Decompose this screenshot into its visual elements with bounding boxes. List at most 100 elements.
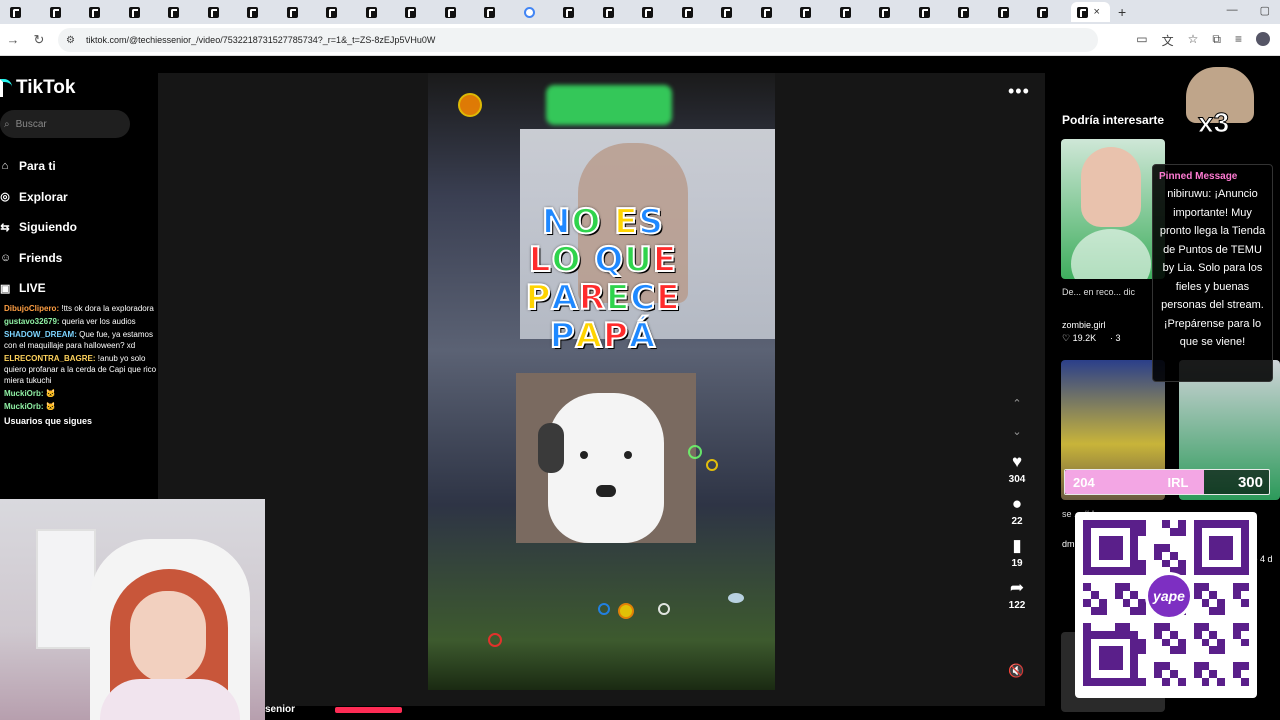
save-button[interactable]: ▮ 19 xyxy=(1011,537,1023,570)
browser-tab[interactable]: × xyxy=(1070,2,1110,22)
qr-module xyxy=(1193,622,1202,631)
tiktok-logo[interactable]: TikTok xyxy=(0,77,75,99)
qr-module xyxy=(1217,575,1226,584)
qr-module xyxy=(1225,535,1234,544)
browser-tab[interactable] xyxy=(715,2,755,22)
sidebar-item-label: Siguiendo xyxy=(19,220,77,235)
url-field[interactable]: ⚙ tiktok.com/@techiessenior_/video/75322… xyxy=(58,28,1098,52)
browser-tab[interactable] xyxy=(123,2,163,22)
reading-list-icon[interactable]: ≡ xyxy=(1235,32,1242,49)
qr-module xyxy=(1233,630,1242,639)
extensions-icon[interactable]: ⧉ xyxy=(1212,32,1221,49)
tiktok-favicon-icon xyxy=(918,6,930,18)
chat-text: queria ver los audios xyxy=(61,317,136,326)
close-tab-icon[interactable]: × xyxy=(1094,6,1100,18)
browser-tab[interactable] xyxy=(636,2,676,22)
browser-tab[interactable] xyxy=(913,2,953,22)
browser-tab[interactable] xyxy=(44,2,84,22)
comment-button[interactable]: ● 22 xyxy=(1011,495,1022,528)
browser-tab[interactable] xyxy=(873,2,913,22)
qr-module xyxy=(1233,583,1242,592)
like-button[interactable]: ♥ 304 xyxy=(1009,453,1026,486)
browser-tab[interactable] xyxy=(676,2,716,22)
streamer-shirt-graphic xyxy=(100,679,240,720)
save-count: 19 xyxy=(1011,558,1023,569)
qr-module xyxy=(1241,654,1249,663)
browser-tab[interactable] xyxy=(557,2,597,22)
browser-tab[interactable] xyxy=(478,2,518,22)
browser-tab[interactable] xyxy=(518,2,558,22)
reload-button[interactable]: ↻ xyxy=(26,32,52,48)
home-icon: ⌂ xyxy=(1,160,9,173)
qr-module xyxy=(1162,662,1170,671)
qr-module xyxy=(1122,614,1131,623)
qr-module xyxy=(1225,606,1234,615)
chat-text: 🐱 xyxy=(45,389,56,398)
browser-tab[interactable] xyxy=(202,2,242,22)
qr-module xyxy=(1083,678,1091,686)
qr-module xyxy=(1114,591,1123,600)
puppy-nose-graphic xyxy=(596,485,616,497)
tiktok-favicon-icon xyxy=(839,6,851,18)
browser-tab[interactable] xyxy=(4,2,44,22)
search-input[interactable]: ⌕ Buscar xyxy=(0,110,130,138)
site-info-icon[interactable]: ⚙ xyxy=(66,35,82,46)
sidebar-item-siguiendo[interactable]: ⇆ Siguiendo xyxy=(0,212,150,243)
qr-module xyxy=(1193,599,1202,607)
qr-module xyxy=(1177,559,1186,568)
share-button[interactable]: ➦ 122 xyxy=(1008,579,1026,612)
browser-tab[interactable] xyxy=(399,2,439,22)
minimize-button[interactable]: — xyxy=(1227,4,1238,17)
tiktok-favicon-icon xyxy=(958,6,969,18)
browser-tab[interactable] xyxy=(834,2,874,22)
follow-indicator[interactable] xyxy=(335,707,402,713)
qr-module xyxy=(1114,654,1123,663)
mute-button[interactable]: 🔇 xyxy=(1008,663,1024,679)
browser-tab[interactable] xyxy=(952,2,992,22)
qr-module xyxy=(1233,520,1242,528)
browser-tab[interactable] xyxy=(241,2,281,22)
forward-button[interactable]: → xyxy=(0,32,26,47)
qr-module xyxy=(1209,559,1218,568)
video-player[interactable]: NO ES LO QUE PARECE PAPÁ xyxy=(428,73,775,690)
browser-tab[interactable] xyxy=(992,2,1032,22)
qr-module xyxy=(1177,654,1186,663)
chat-user: MuckiOrb: xyxy=(4,402,44,411)
browser-tab[interactable] xyxy=(794,2,834,22)
sidebar-item-live[interactable]: ▣ LIVE xyxy=(0,273,150,304)
sidebar-item-friends[interactable]: ☺ Friends xyxy=(0,243,150,274)
browser-tab[interactable] xyxy=(281,2,321,22)
browser-tab[interactable] xyxy=(360,2,400,22)
qr-module xyxy=(1177,551,1186,560)
previous-video-button[interactable]: ⌃ xyxy=(1012,397,1021,425)
browser-tab[interactable] xyxy=(1031,2,1071,22)
browser-tab[interactable] xyxy=(597,2,637,22)
recommended-video-card[interactable] xyxy=(1061,139,1165,279)
caption-letter: P xyxy=(602,316,629,356)
profile-avatar[interactable] xyxy=(1256,32,1270,46)
qr-module xyxy=(1185,646,1194,655)
new-tab-button[interactable]: + xyxy=(1118,4,1126,20)
next-video-button[interactable]: ⌄ xyxy=(1012,425,1021,453)
qr-module xyxy=(1122,583,1131,592)
qr-module xyxy=(1090,662,1099,671)
maximize-button[interactable]: ▢ xyxy=(1260,4,1270,17)
author-label: senior xyxy=(265,704,296,715)
qr-module xyxy=(1217,567,1226,576)
browser-tab[interactable] xyxy=(439,2,479,22)
browser-tab[interactable] xyxy=(755,2,795,22)
qr-module xyxy=(1241,551,1249,560)
card-author[interactable]: zombie.girl xyxy=(1062,320,1106,330)
browser-tab[interactable] xyxy=(320,2,360,22)
cast-icon[interactable]: ▭ xyxy=(1136,32,1147,49)
share-count: 122 xyxy=(1008,600,1026,611)
browser-tab[interactable] xyxy=(83,2,123,22)
bookmark-star-icon[interactable]: ☆ xyxy=(1188,32,1199,49)
sidebar-item-para-ti[interactable]: ⌂ Para ti xyxy=(0,151,150,182)
translate-icon[interactable]: 文 xyxy=(1162,32,1174,49)
browser-tab[interactable] xyxy=(162,2,202,22)
qr-module xyxy=(1233,606,1242,615)
sidebar-item-explorar[interactable]: ◎ Explorar xyxy=(0,182,150,213)
qr-module xyxy=(1098,678,1107,686)
more-options-button[interactable]: ••• xyxy=(1008,81,1030,102)
